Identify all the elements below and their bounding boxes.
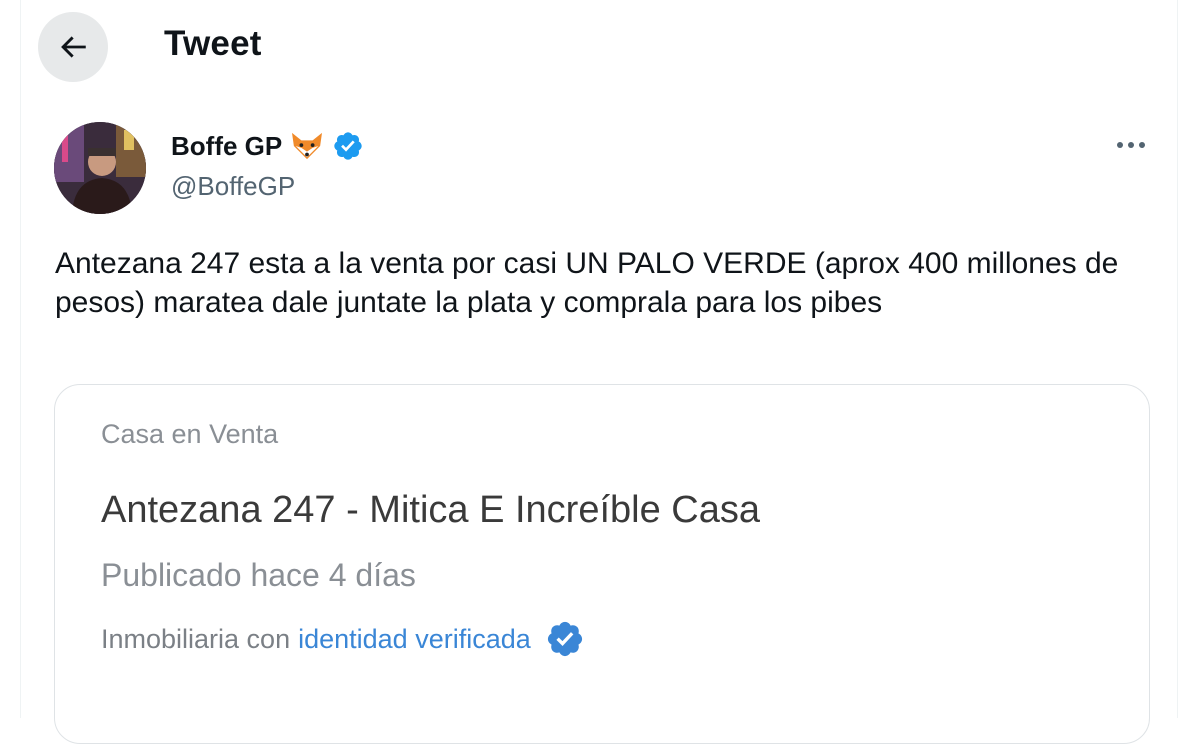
- page-header: Tweet: [0, 0, 1200, 92]
- back-button[interactable]: [38, 12, 108, 82]
- tweet-page: Tweet Boffe GP @BoffeGP Antezana 247 est…: [0, 0, 1200, 744]
- card-agency-row: Inmobiliaria con identidad verificada: [101, 619, 585, 659]
- fox-face-icon: [292, 132, 323, 160]
- column-divider-right: [1177, 0, 1178, 718]
- card-title: Antezana 247 - Mitica E Increíble Casa: [101, 489, 761, 531]
- card-agency-prefix: Inmobiliaria con: [101, 623, 291, 654]
- card-agency-link[interactable]: identidad verificada: [298, 624, 531, 655]
- verified-badge-icon: [547, 621, 582, 657]
- author-handle[interactable]: @BoffeGP: [171, 171, 295, 202]
- author-name[interactable]: Boffe GP: [171, 131, 282, 162]
- author-name-row[interactable]: Boffe GP: [171, 130, 364, 162]
- card-category: Casa en Venta: [101, 419, 279, 449]
- page-title: Tweet: [164, 24, 262, 63]
- link-preview-card[interactable]: Casa en Venta Antezana 247 - Mitica E In…: [54, 384, 1150, 744]
- tweet-text: Antezana 247 esta a la venta por casi UN…: [55, 247, 1119, 319]
- avatar[interactable]: [54, 122, 146, 214]
- avatar-photo: [54, 122, 146, 214]
- arrow-left-icon: [61, 36, 86, 58]
- verified-badge-icon: [334, 132, 362, 160]
- column-divider-left: [20, 0, 21, 718]
- more-dots-icon: [1117, 142, 1145, 148]
- card-published-date: Publicado hace 4 días: [101, 557, 416, 593]
- more-options-button[interactable]: [1108, 130, 1154, 160]
